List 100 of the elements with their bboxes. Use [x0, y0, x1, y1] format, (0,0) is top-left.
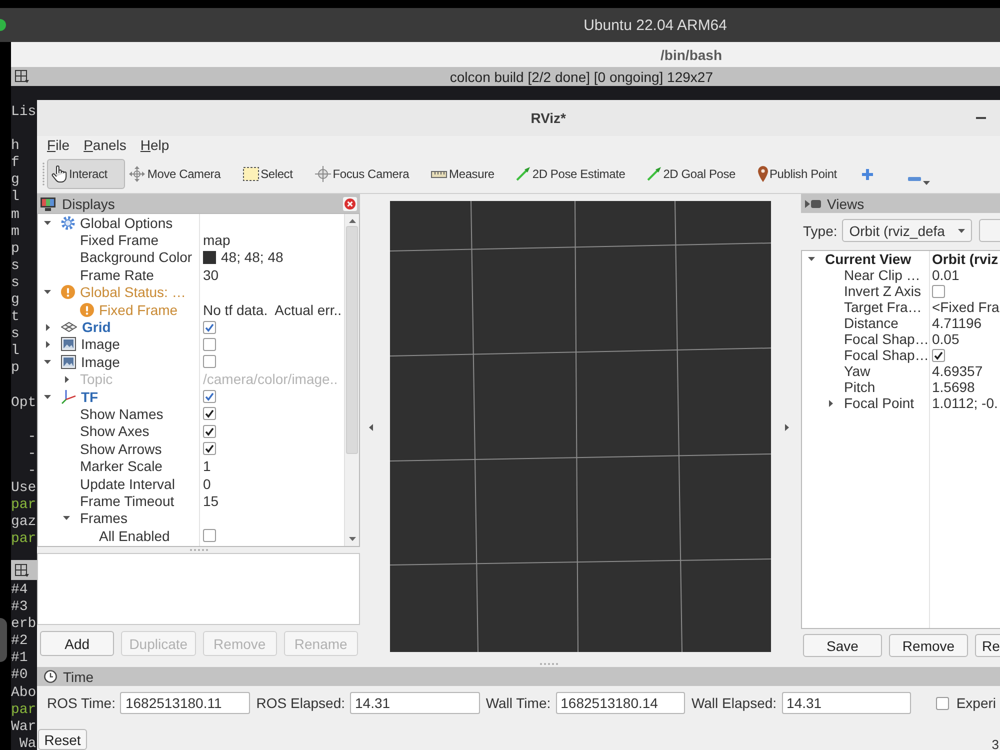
terminal-line: #2	[11, 633, 28, 650]
terminal-line: l	[11, 189, 20, 206]
caret-icon[interactable]	[46, 324, 50, 331]
caret-icon[interactable]	[44, 394, 51, 399]
panel-button[interactable]: Add	[40, 631, 114, 656]
group-name: Current View	[825, 252, 912, 266]
terminal-line: -	[26, 428, 36, 445]
tool-button[interactable]: Interact	[47, 159, 126, 189]
caret-icon[interactable]	[808, 257, 815, 261]
property-value: 1.5698	[932, 380, 975, 394]
reset-button[interactable]: Reset	[38, 729, 87, 750]
checkbox[interactable]	[936, 696, 950, 710]
property-name: Frame Rate	[80, 268, 154, 282]
terminal-line: gaz	[11, 514, 36, 530]
property-value: 0	[203, 476, 211, 491]
layout-icon[interactable]	[15, 564, 29, 576]
type-dropdown[interactable]: Orbit (rviz_defa	[842, 219, 972, 242]
menu-item[interactable]: Help	[133, 136, 176, 155]
image-icon	[61, 354, 76, 369]
property-value: 1	[203, 459, 211, 474]
field-label: ROS Elapsed:	[256, 695, 345, 711]
checkbox[interactable]	[203, 529, 216, 542]
checkbox[interactable]	[932, 284, 945, 298]
property-value: 0.05	[932, 332, 960, 346]
property-name: Background Color	[80, 250, 192, 264]
window-button-icon[interactable]	[0, 19, 6, 31]
caret-icon[interactable]	[828, 400, 832, 406]
plus-icon[interactable]	[860, 168, 874, 180]
map-pin-icon	[758, 166, 768, 182]
hand-icon	[51, 165, 67, 183]
status-label: Fixed Frame	[99, 302, 178, 317]
field-label: Wall Time:	[486, 695, 551, 711]
checkbox[interactable]	[203, 355, 216, 368]
property-name: Pitch	[844, 380, 876, 394]
property-value: <Fixed Fra	[932, 300, 1000, 314]
property-name: Show Names	[80, 406, 164, 421]
time-field[interactable]: 14.31	[782, 692, 912, 714]
display-name: Image	[81, 354, 120, 369]
time-field[interactable]: 1682513180.14	[556, 692, 686, 714]
tool-button[interactable]: Publish Point	[754, 159, 855, 189]
property-name: Show Axes	[80, 424, 150, 438]
terminal-line: s	[11, 326, 20, 342]
property-name: Target Fra…	[844, 300, 922, 314]
checkbox[interactable]	[203, 442, 216, 456]
close-icon[interactable]	[343, 196, 357, 210]
time-field[interactable]: 14.31	[350, 692, 480, 714]
property-value: 30	[203, 268, 219, 282]
window-title: Ubuntu 22.04 ARM64	[584, 16, 727, 34]
property-value: map	[203, 233, 230, 248]
layout-icon[interactable]	[15, 70, 29, 83]
tool-button[interactable]: Focus Camera	[310, 159, 428, 189]
caret-icon[interactable]	[348, 537, 356, 541]
checkbox[interactable]	[203, 424, 216, 438]
tool-button[interactable]: Measure	[427, 159, 512, 189]
group-name: Global Options	[80, 216, 173, 230]
scroll-thumb[interactable]	[346, 226, 358, 454]
terminal-line: par	[11, 497, 36, 514]
checkbox-label: Experi	[956, 695, 996, 711]
panel-title: Time	[63, 668, 94, 684]
caret-icon[interactable]	[44, 360, 51, 364]
caret-icon[interactable]	[348, 219, 356, 223]
property-name: Invert Z Axis	[844, 284, 922, 298]
checkbox[interactable]	[932, 348, 945, 362]
caret-icon	[958, 228, 966, 232]
tool-button[interactable]: Move Camera	[125, 159, 239, 189]
tool-button[interactable]: 2D Pose Estimate	[512, 159, 644, 189]
status-label: Global Status: …	[80, 285, 186, 300]
property-name: Focal Shap…	[844, 332, 929, 346]
terminal-line: p	[11, 240, 20, 257]
terminal-line: s	[11, 274, 20, 291]
terminal-line: g	[11, 292, 20, 308]
caret-icon[interactable]	[785, 424, 789, 430]
panel-title: Displays	[62, 196, 115, 212]
checkbox[interactable]	[203, 390, 216, 404]
panel-button[interactable]: Remove	[889, 634, 968, 657]
checkbox[interactable]	[203, 320, 216, 334]
property-name: Topic	[80, 372, 113, 386]
tool-button[interactable]: 2D Goal Pose	[643, 159, 754, 189]
minus-icon[interactable]	[908, 177, 921, 181]
property-value: 4.71196	[932, 316, 982, 330]
property-name: Distance	[844, 316, 898, 330]
property-value: /camera/color/image..	[203, 372, 338, 386]
caret-icon[interactable]	[44, 220, 51, 225]
time-field[interactable]: 1682513180.11	[120, 692, 250, 714]
arrow-icon	[647, 167, 662, 181]
checkbox[interactable]	[203, 407, 216, 420]
checkbox[interactable]	[203, 338, 216, 351]
caret-icon[interactable]	[46, 340, 50, 348]
caret-icon[interactable]	[44, 290, 51, 294]
menu-item[interactable]: Panels	[76, 136, 134, 155]
tool-button[interactable]: Select	[238, 159, 311, 189]
caret-icon[interactable]	[922, 181, 930, 185]
scrollbar[interactable]	[344, 214, 359, 546]
toolbar-grip-icon[interactable]	[42, 162, 45, 186]
menu-item[interactable]: File	[40, 136, 77, 155]
panel-button[interactable]: Save	[803, 634, 882, 657]
panel-button[interactable]: Re	[975, 634, 1000, 657]
caret-icon[interactable]	[369, 424, 373, 430]
grid-icon	[61, 322, 77, 332]
caret-icon[interactable]	[63, 516, 70, 520]
